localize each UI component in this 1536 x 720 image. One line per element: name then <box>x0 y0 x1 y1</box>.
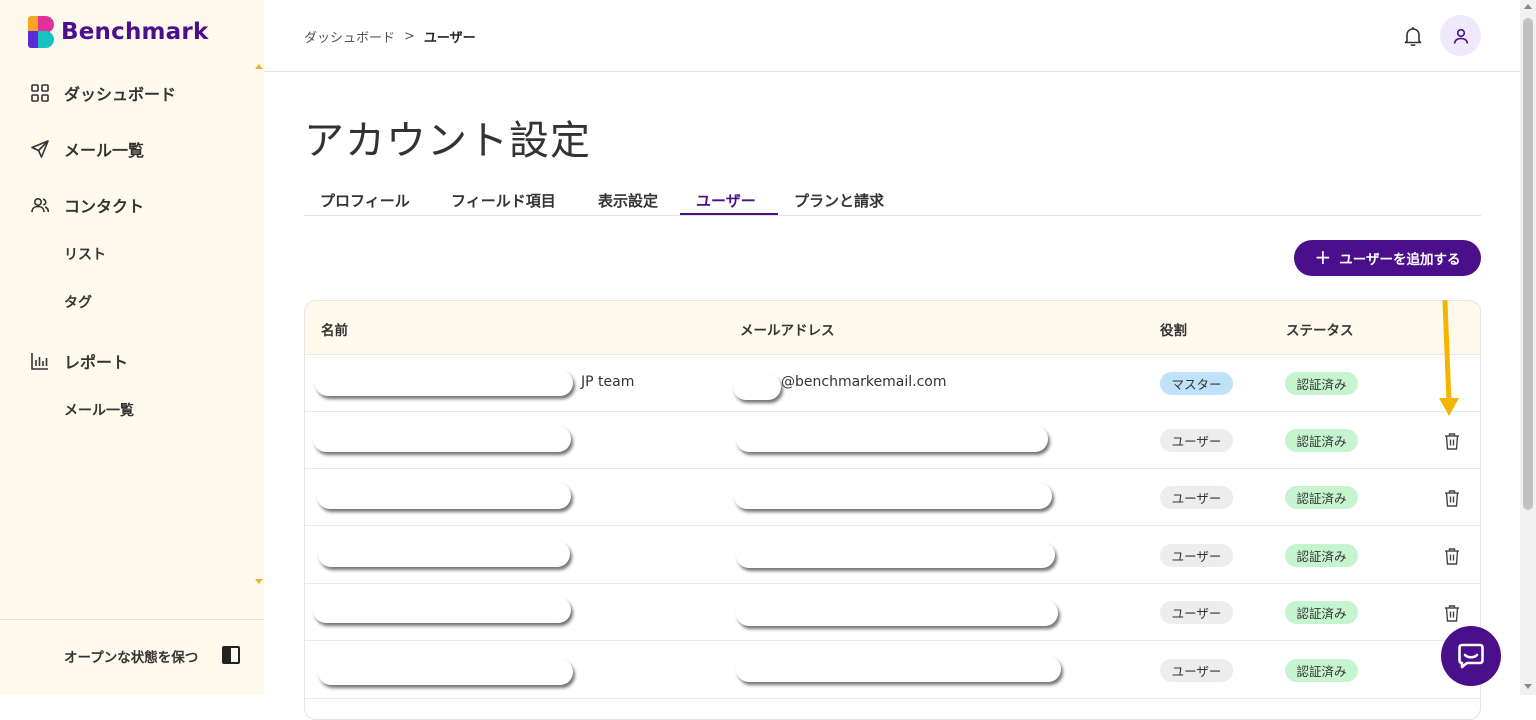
keep-open-label: オープンな状態を保つ <box>64 650 199 666</box>
user-avatar-icon <box>1453 28 1468 44</box>
redacted-email <box>733 374 781 400</box>
brand-logo[interactable]: Benchmark <box>28 16 208 48</box>
plus-icon: + <box>1314 245 1332 269</box>
add-user-label: ユーザーを追加する <box>1339 252 1461 268</box>
user-avatar[interactable] <box>1440 15 1481 56</box>
page-title: アカウント設定 <box>304 118 591 164</box>
column-header-name: 名前 <box>321 323 348 339</box>
redacted-name <box>317 483 571 509</box>
add-user-button[interactable]: + ユーザーを追加する <box>1294 240 1481 276</box>
chat-bubble-icon <box>1458 643 1484 669</box>
scrollbar-thumb[interactable] <box>1523 18 1533 510</box>
tab-plan-billing[interactable]: プランと請求 <box>794 190 884 211</box>
sidebar-item-report-emails[interactable]: メール一覧 <box>64 400 134 420</box>
redacted-name <box>318 541 570 567</box>
sidebar-item-dashboard[interactable]: ダッシュボード <box>30 81 176 105</box>
table-row[interactable]: ユーザー 認証済み <box>305 527 1480 584</box>
redacted-email <box>736 656 1061 682</box>
table-row[interactable]: ユーザー 認証済み <box>305 642 1480 699</box>
chat-widget-button[interactable] <box>1441 626 1501 686</box>
sidebar-item-tags[interactable]: タグ <box>64 292 92 312</box>
breadcrumb-separator: > <box>404 29 415 44</box>
sidebar-footer: オープンな状態を保つ <box>0 619 264 695</box>
sidebar-item-label: レポート <box>64 353 129 372</box>
bar-chart-icon <box>31 353 48 370</box>
bell-icon[interactable] <box>1401 24 1425 48</box>
table-row[interactable]: ユーザー 認証済み <box>305 469 1480 526</box>
redacted-name <box>315 370 573 396</box>
scroll-down-arrow-icon[interactable] <box>1524 684 1532 689</box>
column-header-role: 役割 <box>1160 323 1187 339</box>
users-table: 名前 メールアドレス 役割 ステータス JP team @benchmarkem… <box>304 300 1481 720</box>
redacted-email <box>736 542 1055 568</box>
panel-toggle-icon[interactable] <box>222 646 240 664</box>
send-icon <box>31 140 49 158</box>
active-tab-indicator <box>680 213 778 215</box>
table-row[interactable]: JP team @benchmarkemail.com マスター 認証済み <box>305 355 1480 412</box>
trash-icon[interactable] <box>1443 546 1461 566</box>
status-badge: 認証済み <box>1285 372 1358 395</box>
status-badge: 認証済み <box>1285 486 1358 509</box>
table-row[interactable]: ユーザー 認証済み <box>305 412 1480 469</box>
benchmark-logo-icon <box>28 16 54 48</box>
breadcrumb-parent[interactable]: ダッシュボード <box>304 27 395 46</box>
role-badge: ユーザー <box>1160 601 1233 624</box>
dashboard-grid-icon <box>31 84 49 102</box>
page-scrollbar[interactable] <box>1520 0 1536 695</box>
status-badge: 認証済み <box>1285 601 1358 624</box>
status-badge: 認証済み <box>1285 429 1358 452</box>
sidebar-item-label: コンタクト <box>64 197 145 216</box>
tab-fields[interactable]: フィールド項目 <box>451 190 556 211</box>
redacted-email <box>736 600 1058 626</box>
name-suffix: JP team <box>581 374 635 390</box>
trash-icon[interactable] <box>1443 431 1461 451</box>
breadcrumb: ダッシュボード > ユーザー <box>304 27 476 46</box>
table-row[interactable]: ユーザー 認証済み <box>305 584 1480 641</box>
sidebar-item-reports[interactable]: レポート <box>30 349 128 373</box>
redacted-name <box>313 426 571 452</box>
status-badge: 認証済み <box>1285 659 1358 682</box>
tab-users[interactable]: ユーザー <box>696 190 756 211</box>
table-header: 名前 メールアドレス 役割 ステータス <box>305 301 1480 355</box>
sidebar-item-contacts[interactable]: コンタクト <box>30 193 144 217</box>
sidebar-item-emails[interactable]: メール一覧 <box>30 137 144 161</box>
brand-name: Benchmark <box>61 19 209 45</box>
trash-icon[interactable] <box>1443 488 1461 508</box>
sidebar-scroll-up-icon[interactable] <box>255 64 263 69</box>
role-badge: ユーザー <box>1160 486 1233 509</box>
column-header-status: ステータス <box>1286 323 1354 339</box>
role-badge: ユーザー <box>1160 429 1233 452</box>
column-header-email: メールアドレス <box>740 323 835 339</box>
sidebar-scroll-down-icon[interactable] <box>255 579 263 584</box>
role-badge: ユーザー <box>1160 659 1233 682</box>
redacted-email <box>736 426 1048 452</box>
trash-icon[interactable] <box>1443 603 1461 623</box>
scroll-up-arrow-icon[interactable] <box>1524 4 1532 9</box>
tab-profile[interactable]: プロフィール <box>320 190 410 211</box>
breadcrumb-current: ユーザー <box>423 31 476 46</box>
top-header: ダッシュボード > ユーザー <box>264 0 1520 72</box>
sidebar-item-label: メール一覧 <box>64 141 145 160</box>
settings-tabs: プロフィール フィールド項目 表示設定 ユーザー プランと請求 <box>304 184 1481 216</box>
status-badge: 認証済み <box>1285 544 1358 567</box>
role-badge: ユーザー <box>1160 544 1233 567</box>
tab-display[interactable]: 表示設定 <box>598 190 658 211</box>
sidebar-item-lists[interactable]: リスト <box>64 244 106 264</box>
redacted-email <box>734 483 1052 509</box>
role-badge: マスター <box>1160 372 1233 395</box>
sidebar-item-label: ダッシュボード <box>64 85 177 104</box>
annotation-arrow-icon <box>1439 300 1459 416</box>
redacted-name <box>318 659 573 685</box>
contacts-icon <box>31 197 50 213</box>
email-suffix: @benchmarkemail.com <box>781 374 947 390</box>
redacted-name <box>313 597 571 623</box>
sidebar: Benchmark ダッシュボード メール一覧 コンタクト リスト タグ レポー… <box>0 0 264 695</box>
